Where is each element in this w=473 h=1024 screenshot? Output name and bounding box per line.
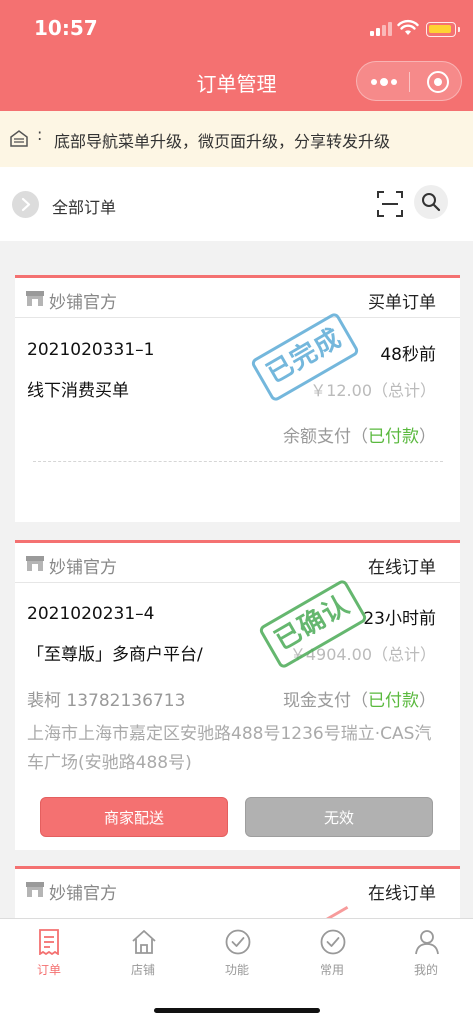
- shop-name: 妙铺官方: [49, 558, 117, 578]
- invalid-button[interactable]: 无效: [245, 797, 433, 837]
- merchant-delivery-button[interactable]: 商家配送: [40, 797, 228, 837]
- scan-icon[interactable]: [377, 191, 403, 217]
- order-time: 48秒前: [380, 345, 436, 365]
- order-card[interactable]: 妙铺官方 在线订单 2021020231–4 23小时前 「至尊版」多商户平台/…: [15, 540, 460, 850]
- wifi-icon: [397, 19, 419, 35]
- filter-label[interactable]: 全部订单: [52, 194, 116, 218]
- close-mini-program-icon[interactable]: [427, 71, 449, 93]
- payment-status: 已付款: [368, 691, 419, 711]
- delivery-address: 上海市上海市嘉定区安驰路488号1236号瑞立·CAS汽车广场(安驰路488号): [27, 724, 432, 773]
- order-item: 「至尊版」多商户平台/: [27, 645, 203, 665]
- payment-status: 已付款: [368, 427, 419, 447]
- payment-info: 余额支付（已付款）: [283, 427, 436, 447]
- tab-functions[interactable]: 功能: [190, 919, 284, 989]
- battery-icon: [426, 22, 460, 37]
- status-time: 10:57: [34, 16, 98, 40]
- order-card-header: 妙铺官方 在线订单: [15, 869, 460, 909]
- buyer-info: 裴柯 13782136713: [27, 691, 186, 711]
- tab-label: 常用: [319, 963, 344, 977]
- signal-icon: [370, 22, 392, 36]
- tab-frequent[interactable]: 常用: [285, 919, 379, 989]
- order-type: 在线订单: [368, 558, 436, 578]
- more-icon[interactable]: [371, 72, 397, 92]
- check-circle-icon: [320, 929, 346, 955]
- shop-icon: [26, 556, 44, 571]
- chevron-right-icon: [21, 197, 31, 212]
- tab-store[interactable]: 店铺: [96, 919, 190, 989]
- tab-label: 订单: [36, 963, 61, 977]
- app-header: 10:57 订单管理: [0, 0, 473, 111]
- status-bar: 10:57: [0, 0, 473, 56]
- order-item: 线下消费买单: [27, 381, 129, 401]
- shop-name: 妙铺官方: [49, 293, 117, 313]
- tab-label: 店铺: [130, 963, 155, 977]
- order-number: 2021020231–4: [27, 604, 155, 624]
- order-number: 2021020331–1: [27, 340, 155, 360]
- shop-icon: [26, 882, 44, 897]
- check-circle-icon: [225, 929, 251, 955]
- person-icon: [415, 930, 439, 955]
- notice-separator: :: [37, 125, 43, 144]
- divider: [33, 461, 443, 462]
- search-button[interactable]: [414, 185, 448, 219]
- home-indicator: [154, 1008, 320, 1013]
- order-card-header: 妙铺官方 在线订单: [15, 543, 460, 583]
- tab-orders[interactable]: 订单: [2, 919, 96, 989]
- tab-label: 我的: [413, 963, 438, 977]
- tab-label: 功能: [224, 963, 249, 977]
- shop-name: 妙铺官方: [49, 884, 117, 904]
- tab-mine[interactable]: 我的: [379, 919, 473, 989]
- notice-icon: [10, 130, 28, 147]
- order-card-header: 妙铺官方 买单订单: [15, 278, 460, 318]
- search-icon: [422, 193, 441, 212]
- order-icon: [39, 929, 59, 955]
- mini-program-capsule: [356, 61, 462, 101]
- notice-bar[interactable]: : 底部导航菜单升级，微页面升级，分享转发升级: [0, 111, 473, 167]
- order-card[interactable]: 妙铺官方 在线订单: [15, 866, 460, 939]
- expand-filter-button[interactable]: [12, 191, 39, 218]
- order-type: 买单订单: [368, 293, 436, 313]
- order-card[interactable]: 妙铺官方 买单订单 2021020331–1 48秒前 线下消费买单 ￥12.0…: [15, 275, 460, 522]
- shop-icon: [26, 291, 44, 306]
- order-time: 23小时前: [363, 609, 436, 629]
- order-price: ￥12.00（总计）: [310, 381, 436, 400]
- store-icon: [132, 930, 156, 954]
- order-type: 在线订单: [368, 884, 436, 904]
- payment-info: 现金支付（已付款）: [283, 691, 436, 711]
- notice-text: 底部导航菜单升级，微页面升级，分享转发升级: [54, 132, 391, 151]
